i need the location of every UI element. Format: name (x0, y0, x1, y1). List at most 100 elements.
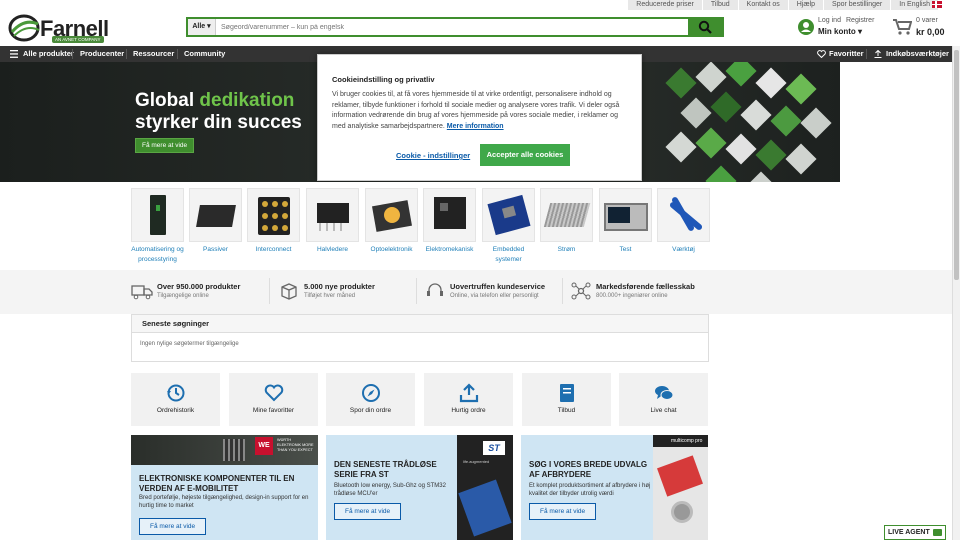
category-strip: Automatisering og processtyring Passiver… (0, 182, 952, 270)
category-label: Automatisering og processtyring (131, 246, 184, 263)
category-automation-image (131, 188, 184, 242)
promo-switches-button[interactable]: Få mere at vide (529, 503, 597, 520)
upload-tray-icon (459, 383, 479, 403)
category-interconnect-image (247, 188, 300, 242)
category-label: Embedded systemer (492, 246, 525, 263)
category-power[interactable]: Strøm (540, 188, 593, 255)
hero-title-line2: styrker din succes (135, 112, 302, 133)
quick-fast-order[interactable]: Hurtig ordre (424, 373, 513, 426)
cart-icon (893, 19, 912, 35)
live-agent-widget[interactable]: LIVE AGENT (884, 525, 946, 540)
category-test[interactable]: Test (599, 188, 652, 255)
utility-link-offers[interactable]: Tilbud (701, 0, 738, 10)
hero-title-line1: Global dedikation (135, 90, 295, 111)
category-electromechanical-image (423, 188, 476, 242)
cookie-more-info-link[interactable]: Mere information (447, 123, 504, 130)
search-button[interactable] (688, 19, 722, 35)
truck-icon (131, 285, 153, 300)
recent-searches-empty: Ingen nylige søgetermer tilgængelige (140, 341, 239, 347)
category-label: Strøm (557, 246, 576, 253)
wurth-logo-icon: WE (255, 437, 273, 455)
farnell-logo[interactable]: Farnell AN AVNET COMPANY (8, 14, 113, 44)
category-tools-image (657, 188, 710, 242)
chat-bubbles-icon (655, 386, 674, 400)
hamburger-icon[interactable] (10, 50, 18, 58)
category-tools[interactable]: Værktøj (657, 188, 710, 255)
nav-divider (72, 49, 73, 59)
compass-icon (362, 384, 380, 402)
quick-order-history[interactable]: Ordrehistorik (131, 373, 220, 426)
category-label: Værktøj (672, 246, 695, 253)
category-test-image (599, 188, 652, 242)
promo-switches[interactable]: multicomp pro SØG I VORES BREDE UDVALG A… (521, 435, 708, 540)
quick-track-order[interactable]: Spor din ordre (326, 373, 415, 426)
category-label: Interconnect (255, 246, 292, 253)
my-account-menu[interactable]: Min konto ▾ (818, 27, 862, 36)
register-link[interactable]: Registrer (846, 17, 874, 24)
login-link[interactable]: Log ind (818, 17, 841, 24)
promo-st-button[interactable]: Få mere at vide (334, 503, 402, 520)
cookie-consent-dialog: Cookieindstilling og privatliv Vi bruger… (317, 54, 642, 181)
nav-producers[interactable]: Producenter (80, 46, 124, 62)
cookie-dialog-body: Vi bruger cookies til, at få vores hjemm… (332, 91, 620, 130)
heart-icon (817, 50, 826, 58)
nav-purchasing-tools[interactable]: Indkøbsværktøjer (886, 46, 949, 62)
nav-all-products[interactable]: Alle produkter (23, 46, 74, 62)
category-embedded[interactable]: Embedded systemer (482, 188, 535, 264)
utility-link-help[interactable]: Hjælp (787, 0, 824, 10)
quick-my-favorites[interactable]: Mine favoritter (229, 373, 318, 426)
promo-switches-image: multicomp pro (653, 435, 708, 540)
cart-total: kr 0,00 (916, 27, 945, 37)
category-passive-image (189, 188, 242, 242)
usp-bar: Over 950.000 produkter Tilgængelige onli… (0, 270, 952, 314)
accept-all-cookies-button[interactable]: Accepter alle cookies (480, 144, 570, 166)
cookie-settings-link[interactable]: Cookie - indstillinger (396, 151, 470, 160)
usp-divider (562, 278, 563, 304)
category-automation[interactable]: Automatisering og processtyring (131, 188, 184, 264)
st-logo-icon: ST (483, 441, 505, 455)
headset-icon (427, 283, 443, 296)
nav-resources[interactable]: Ressourcer (133, 46, 174, 62)
recent-searches-panel: Seneste søgninger Ingen nylige søgeterme… (131, 314, 709, 362)
hero-learn-more-button[interactable]: Få mere at vide (135, 138, 195, 153)
category-interconnect[interactable]: Interconnect (247, 188, 300, 255)
category-embedded-image (482, 188, 535, 242)
box-icon (281, 283, 297, 300)
category-semiconductors[interactable]: Halvledere (306, 188, 359, 255)
account-area[interactable]: Log ind Registrer Min konto ▾ (798, 17, 888, 43)
utility-link-english[interactable]: In English (890, 0, 938, 10)
cart-count: 0 varer (916, 17, 938, 24)
search-input[interactable] (216, 19, 688, 35)
danish-flag-icon[interactable] (932, 1, 942, 8)
category-label: Test (619, 246, 632, 253)
nav-community[interactable]: Community (184, 46, 225, 62)
promo-e-mobility-button[interactable]: Få mere at vide (139, 518, 207, 535)
nav-favorites[interactable]: Favoritter (829, 46, 864, 62)
utility-links: Reducerede priser Tilbud Kontakt os Hjæl… (627, 0, 938, 10)
search-category-select[interactable]: Alle ▾ (188, 19, 216, 35)
category-passive[interactable]: Passiver (189, 188, 242, 255)
utility-bar: Reducerede priser Tilbud Kontakt os Hjæl… (0, 0, 960, 10)
utility-link-reduced-prices[interactable]: Reducerede priser (627, 0, 702, 10)
search-bar: Alle ▾ (186, 17, 724, 37)
usp-divider (416, 278, 417, 304)
category-optoelectronics[interactable]: Optoelektronik (365, 188, 418, 255)
utility-link-contact[interactable]: Kontakt os (737, 0, 788, 10)
heart-outline-icon (264, 384, 284, 402)
history-icon (167, 384, 185, 402)
category-electromechanical[interactable]: Elektromekanisk (423, 188, 476, 255)
category-optoelectronics-image (365, 188, 418, 242)
cart[interactable]: 0 varer kr 0,00 (890, 15, 955, 41)
quick-quote[interactable]: Tilbud (522, 373, 611, 426)
utility-link-track-orders[interactable]: Spor bestillinger (823, 0, 891, 10)
farnell-logo-icon (8, 14, 40, 42)
chat-icon (933, 529, 942, 536)
promo-e-mobility[interactable]: WE WÜRTH ELEKTRONIK MORE THAN YOU EXPECT… (131, 435, 318, 540)
scrollbar-thumb[interactable] (954, 50, 959, 280)
quick-live-chat[interactable]: Live chat (619, 373, 708, 426)
search-icon (698, 20, 712, 34)
promo-st-image: ST life.augmented (457, 435, 513, 540)
promo-st-wireless[interactable]: ST life.augmented DEN SENESTE TRÅDLØSE S… (326, 435, 513, 540)
category-label: Elektromekanisk (425, 246, 474, 253)
page-scrollbar[interactable] (952, 46, 960, 540)
